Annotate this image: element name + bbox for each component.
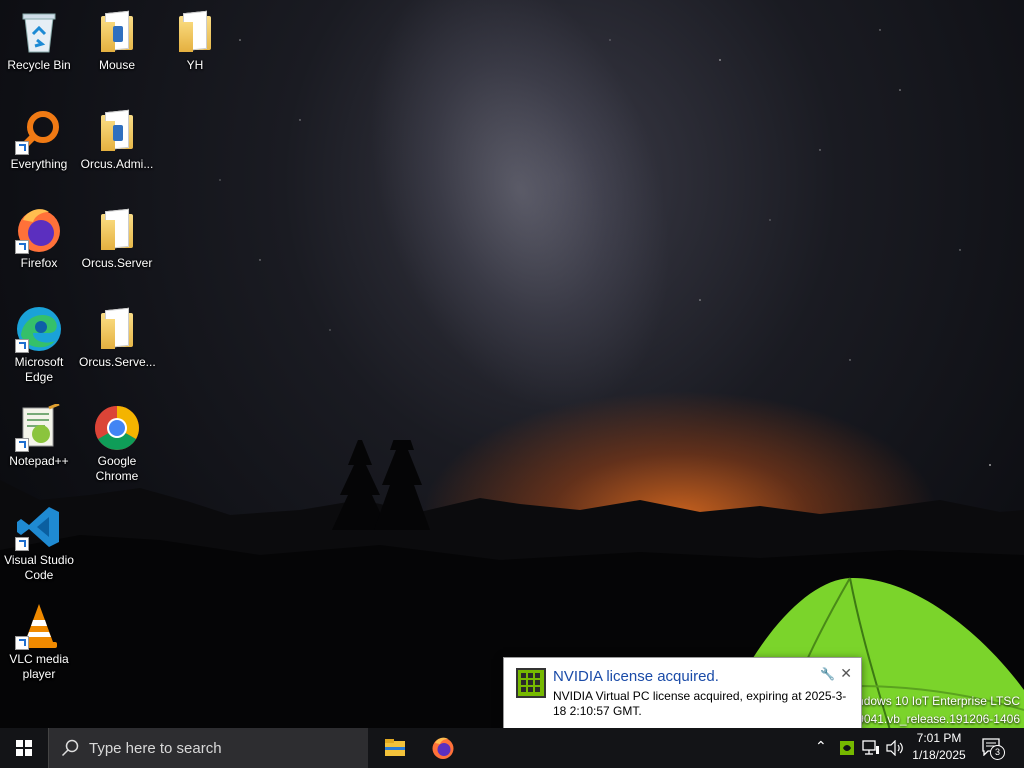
nvidia-notification-toast[interactable]: NVIDIA license acquired. NVIDIA Virtual … [503,657,862,729]
file-explorer-icon [385,739,405,756]
folder-icon [93,107,141,155]
windows-version-line2: 19041.vb_release.191206-1406 [850,712,1020,726]
show-hidden-icons-chevron-icon[interactable]: ⌃ [815,738,827,755]
taskbar-file-explorer[interactable] [371,728,419,768]
volume-icon[interactable] [886,740,904,756]
desktop-icon-firefox[interactable]: Firefox [1,200,77,271]
desktop-icon-label: Recycle Bin [7,58,71,72]
firefox-icon [15,206,63,254]
folder-icon [93,305,141,353]
desktop-icon-edge[interactable]: Microsoft Edge [1,299,77,385]
desktop-icon-label: Orcus.Serve... [79,355,156,369]
chrome-icon [93,404,141,452]
desktop-icon-label: Google Chrome [95,454,139,483]
taskbar-firefox[interactable] [419,728,467,768]
desktop-icon-label: Notepad++ [9,454,69,468]
desktop-icon-label: Orcus.Admi... [80,157,154,171]
desktop-icon-vlc[interactable]: VLC media player [1,596,77,682]
vlc-icon [15,602,63,650]
desktop-icon-yh[interactable]: YH [157,2,233,73]
folder-icon [93,206,141,254]
firefox-icon [432,737,454,759]
notification-body: NVIDIA Virtual PC license acquired, expi… [553,689,847,718]
action-center-button[interactable]: 3 [982,738,1005,760]
vscode-icon [15,503,63,551]
folder-icon [93,8,141,56]
windows-version-line1: indows 10 IoT Enterprise LTSC [854,694,1020,708]
desktop-icon-orcus-admin[interactable]: Orcus.Admi... [79,101,155,172]
everything-search-icon [15,107,63,155]
desktop-icon-chrome[interactable]: Google Chrome [79,398,155,484]
desktop-icon-label: Orcus.Server [81,256,153,270]
search-icon [61,739,79,757]
desktop-icon-notepadpp[interactable]: Notepad++ [1,398,77,469]
desktop-icon-label: Firefox [20,256,58,270]
start-button[interactable] [0,728,48,768]
desktop-icon-label: Visual Studio Code [4,553,74,582]
desktop-icon-everything[interactable]: Everything [1,101,77,172]
taskbar: Type here to search ⌃ 7:01 PM 1/18/2025 [0,728,1024,768]
edge-icon [15,305,63,353]
desktop-icon-label: Microsoft Edge [14,355,64,384]
clock-date: 1/18/2025 [912,748,966,762]
notification-count-badge: 3 [990,745,1005,760]
settings-wrench-icon[interactable]: 🔧 [820,667,835,681]
desktop-icon-recycle-bin[interactable]: Recycle Bin [1,2,77,73]
desktop-icon-label: Mouse [98,58,136,72]
notepadpp-icon [15,402,63,452]
desktop-icon-label: Everything [10,157,68,171]
desktop-icon-orcus-server-2[interactable]: Orcus.Serve... [79,299,156,370]
network-icon[interactable] [862,740,880,756]
windows-logo-icon [16,740,32,756]
nvidia-icon [516,668,546,698]
desktop-icon-label: YH [186,58,204,72]
nvidia-tray-icon[interactable] [840,741,854,755]
desktop-icon-orcus-server[interactable]: Orcus.Server [79,200,155,271]
search-box[interactable]: Type here to search [48,728,368,768]
desktop-icon-vscode[interactable]: Visual Studio Code [1,497,77,583]
close-icon[interactable]: ✕ [840,665,852,682]
search-placeholder: Type here to search [89,740,222,757]
clock[interactable]: 7:01 PM 1/18/2025 [905,730,973,764]
clock-time: 7:01 PM [916,731,962,745]
desktop-icon-mouse[interactable]: Mouse [79,2,155,73]
recycle-bin-icon [15,8,63,56]
desktop-icon-label: VLC media player [9,652,69,681]
folder-icon [171,8,219,56]
notification-title: NVIDIA license acquired. [553,668,719,685]
